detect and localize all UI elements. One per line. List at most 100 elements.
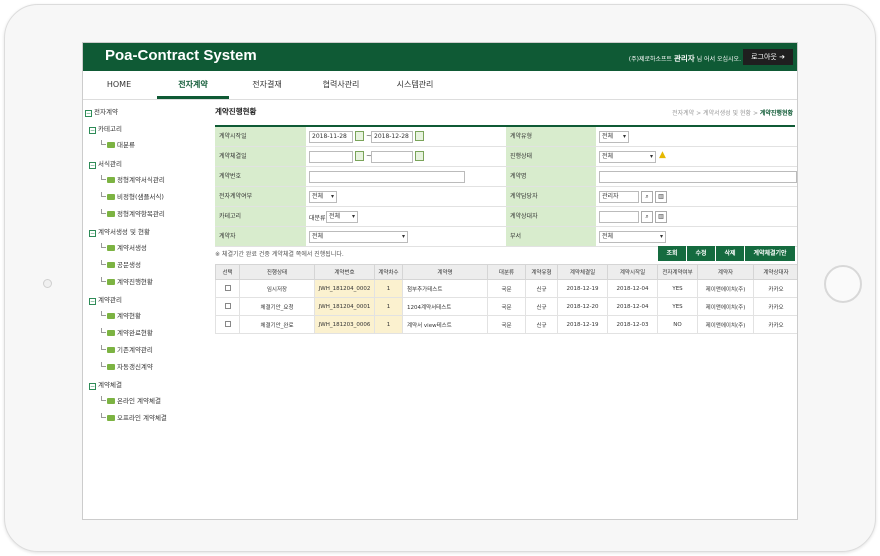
folder-icon	[107, 194, 115, 200]
tree-group-create[interactable]: − 계약서생성 및 현황	[89, 226, 150, 237]
end-from-input[interactable]	[309, 151, 353, 163]
search-row: 계약번호 계약명	[215, 167, 797, 187]
dept-select[interactable]: 전체	[599, 231, 666, 243]
folder-icon	[107, 142, 115, 148]
tree-elbow	[101, 277, 106, 282]
cell-contract-name[interactable]: 계약서 view테스트	[402, 315, 488, 334]
tree-item-create-letter[interactable]: 공문생성	[101, 259, 141, 269]
cell-contract-no[interactable]: JWH_181203_0006	[314, 315, 375, 334]
contract-type-cell: 전체	[596, 127, 797, 146]
tree-group-label: 계약서생성 및 현황	[98, 228, 150, 236]
logout-button[interactable]: 로그아웃 ➔	[743, 49, 793, 65]
row-checkbox[interactable]	[224, 320, 231, 327]
cell-type: 신규	[525, 297, 558, 316]
contract-no-input[interactable]	[309, 171, 465, 183]
table-row[interactable]: 임시저장 JWH_181204_0002 1 첨부추가테스트 국문 신규 201…	[215, 279, 797, 298]
calendar-icon[interactable]	[355, 151, 364, 161]
nav-home[interactable]: HOME	[83, 71, 155, 99]
tree-item-progress[interactable]: 계약진행현황	[101, 276, 153, 286]
nav-e-contract[interactable]: 전자계약	[157, 71, 229, 99]
calendar-icon[interactable]	[355, 131, 364, 141]
greeting-text: 님 어서 오십시오.	[696, 56, 741, 63]
tree-item-label: 계약진행현황	[117, 278, 153, 286]
user-info: (주)제로하소프트 관리자 님 어서 오십시오.	[629, 53, 741, 64]
tree-item-label: 오프라인 계약체결	[117, 414, 167, 422]
tree-item-formal-form[interactable]: 정형계약서식관리	[101, 174, 165, 184]
collapse-icon: −	[85, 110, 92, 117]
tree-item-completed[interactable]: 계약완료현황	[101, 327, 153, 337]
cell-contract-name[interactable]: 첨부추가테스트	[402, 279, 488, 298]
table-row[interactable]: 체결기안_완료 JWH_181203_0006 1 계약서 view테스트 국문…	[215, 315, 797, 334]
brand-title: Poa-Contract System	[105, 47, 257, 64]
tree-item-status[interactable]: 계약현황	[101, 310, 141, 320]
tree-item-create-contract[interactable]: 계약서생성	[101, 242, 147, 252]
breadcrumb-item[interactable]: 계약서생성 및 현황	[703, 110, 751, 117]
trash-icon[interactable]: ▥	[655, 191, 667, 203]
search-button[interactable]: 조회	[658, 246, 686, 261]
tree-elbow	[101, 396, 106, 401]
breadcrumb: 전자계약 > 계약서생성 및 현황 > 계약진행현황	[672, 110, 793, 117]
folder-icon	[107, 330, 115, 336]
trash-icon[interactable]: ▥	[655, 211, 667, 223]
cell-e-contract: YES	[657, 297, 698, 316]
cell-contract-name[interactable]: 1204계약서테스트	[402, 297, 488, 316]
draft-conclusion-button[interactable]: 계약체결기안	[745, 246, 795, 261]
cell-start-date: 2018-12-04	[607, 279, 658, 298]
tree-item-label: 자동갱신계약	[117, 363, 153, 371]
search-row: 카테고리 대분류 전체 계약상대자 ⌕ ▥	[215, 207, 797, 227]
tree-group-category[interactable]: − 카테고리	[89, 123, 122, 134]
search-icon[interactable]: ⌕	[641, 191, 653, 203]
contract-type-select[interactable]: 전체	[599, 131, 629, 143]
home-button[interactable]	[824, 265, 862, 303]
camera-icon	[43, 279, 52, 288]
tree-item-existing[interactable]: 기존계약관리	[101, 344, 153, 354]
col-contractor: 계약자	[697, 264, 754, 280]
nav-e-approval[interactable]: 전자결재	[231, 71, 303, 99]
tree-group-label: 계약관리	[98, 296, 122, 304]
counterpart-input[interactable]	[599, 211, 639, 223]
tree-item-formal-items[interactable]: 정형계약항목관리	[101, 208, 165, 218]
nav-partner-mgmt[interactable]: 협력사관리	[305, 71, 377, 99]
col-major: 대분류	[487, 264, 526, 280]
tree-group-conclusion[interactable]: − 계약체결	[89, 379, 122, 390]
col-round: 계약차수	[374, 264, 403, 280]
tree-elbow	[101, 328, 106, 333]
tree-group-manage[interactable]: − 계약관리	[89, 294, 122, 305]
notice-text: ※ 체결기간 완료 건중 계약체결 쪽에서 진행됩니다.	[215, 251, 344, 258]
cell-major: 국문	[487, 279, 526, 298]
search-row: 전자계약여부 전체 계약담당자 관리자 ⌕ ▥	[215, 187, 797, 207]
tree-group-forms[interactable]: − 서식관리	[89, 158, 122, 169]
tree-item-major[interactable]: 대분류	[101, 139, 135, 149]
contract-name-input[interactable]	[599, 171, 797, 183]
calendar-icon[interactable]	[415, 151, 424, 161]
breadcrumb-item[interactable]: 전자계약	[672, 110, 694, 117]
tree-root[interactable]: − 전자계약	[85, 106, 118, 117]
row-checkbox[interactable]	[224, 302, 231, 309]
edit-button[interactable]: 수정	[687, 246, 715, 261]
tree-item-online[interactable]: 온라인 계약체결	[101, 395, 161, 405]
tree-group-label: 서식관리	[98, 160, 122, 168]
cell-contract-no[interactable]: JWH_181204_0002	[314, 279, 375, 298]
progress-select[interactable]: 전체	[599, 151, 656, 163]
folder-icon	[107, 279, 115, 285]
table-row[interactable]: 체결기안_요청 JWH_181204_0001 1 1204계약서테스트 국문 …	[215, 297, 797, 316]
end-to-input[interactable]	[371, 151, 413, 163]
start-from-input[interactable]: 2018-11-28	[309, 131, 353, 143]
tree-item-sample-form[interactable]: 비정형(샘플서식)	[101, 191, 164, 201]
contract-table: 선택 진행상태 계약번호 계약차수 계약명 대분류 계약유형 계약체결일 계약시…	[215, 264, 797, 334]
row-checkbox[interactable]	[224, 284, 231, 291]
search-icon[interactable]: ⌕	[641, 211, 653, 223]
manager-input[interactable]: 관리자	[599, 191, 639, 203]
delete-button[interactable]: 삭제	[716, 246, 744, 261]
action-buttons: 조회 수정 삭제 계약체결기안	[657, 246, 795, 261]
contractor-select[interactable]: 전체	[309, 231, 408, 243]
calendar-icon[interactable]	[415, 131, 424, 141]
start-to-input[interactable]: 2018-12-28	[371, 131, 413, 143]
tree-item-offline[interactable]: 오프라인 계약체결	[101, 412, 167, 422]
cell-contract-no[interactable]: JWH_181204_0001	[314, 297, 375, 316]
conclusion-select[interactable]: 전체	[309, 191, 337, 203]
tree-item-auto-renew[interactable]: 자동갱신계약	[101, 361, 153, 371]
nav-system-mgmt[interactable]: 시스템관리	[379, 71, 451, 99]
folder-icon	[107, 177, 115, 183]
category-select[interactable]: 전체	[326, 211, 358, 223]
